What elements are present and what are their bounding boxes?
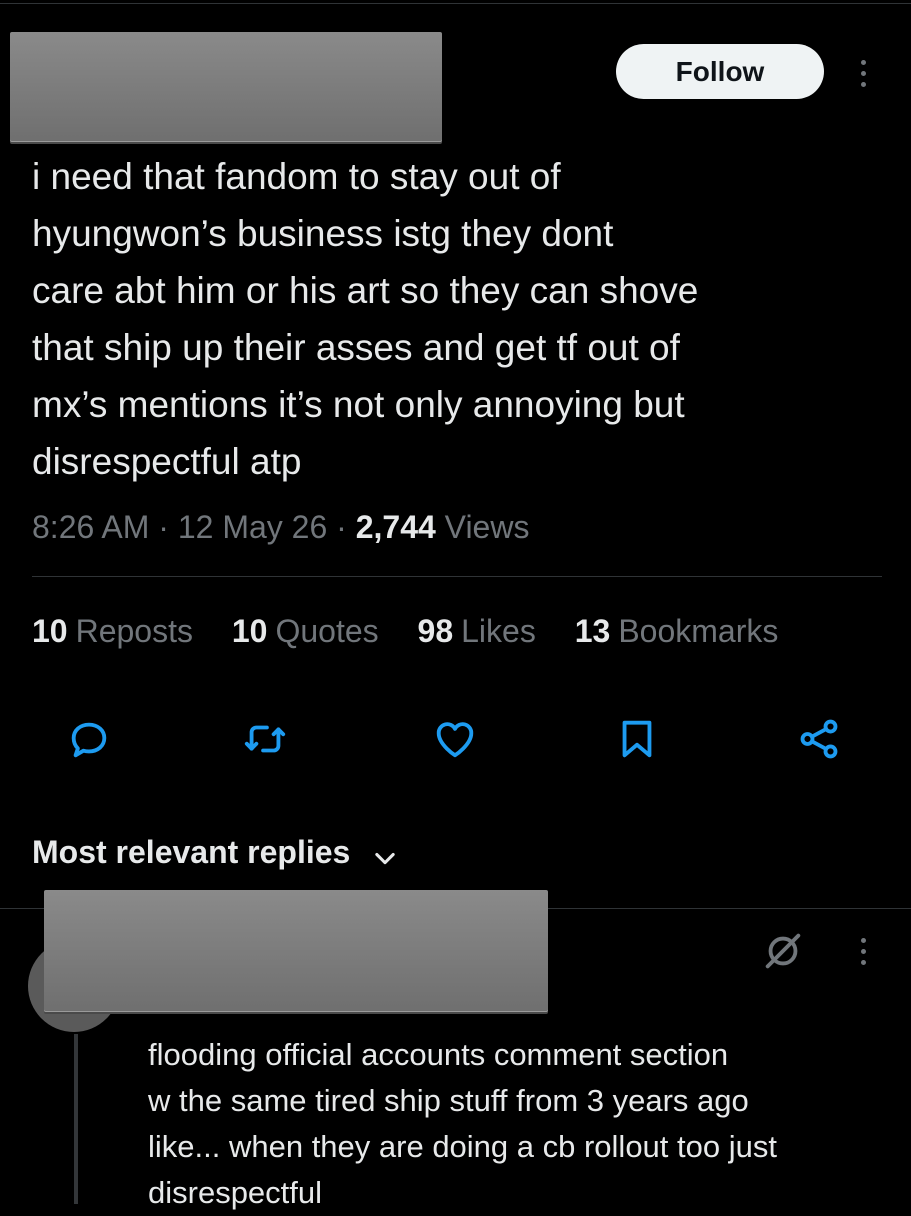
likes-stat[interactable]: 98 Likes (418, 608, 536, 654)
reposts-label: Reposts (75, 613, 193, 649)
reply-more-options-icon[interactable] (858, 938, 868, 965)
quotes-stat[interactable]: 10 Quotes (232, 608, 379, 654)
post-text: i need that fandom to stay out of hyungw… (32, 156, 699, 482)
engagement-stats: 10 Reposts 10 Quotes 98 Likes 13 Bookmarks (32, 608, 808, 654)
share-icon[interactable] (796, 716, 842, 762)
thread-line (74, 1034, 78, 1204)
meta-separator: · (336, 509, 347, 545)
bookmarks-label: Bookmarks (618, 613, 779, 649)
bookmarks-count: 13 (574, 613, 611, 649)
post-date: 12 May 26 (177, 509, 328, 545)
meta-separator: · (158, 509, 169, 545)
reposts-stat[interactable]: 10 Reposts (32, 608, 193, 654)
views-label: Views (444, 509, 530, 545)
replies-sort-selector[interactable]: Most relevant replies (32, 830, 399, 874)
more-options-icon[interactable] (858, 60, 868, 87)
reposts-count: 10 (32, 613, 68, 649)
like-icon[interactable] (432, 716, 478, 762)
redacted-reply-header (44, 890, 548, 1012)
post-meta: 8:26 AM · 12 May 26 · 2,744 Views (32, 505, 529, 549)
bookmark-icon[interactable] (614, 716, 660, 762)
repost-icon[interactable] (242, 716, 288, 762)
views-count: 2,744 (355, 509, 436, 545)
follow-button[interactable]: Follow (616, 44, 824, 99)
reply-icon[interactable] (66, 716, 112, 762)
top-divider (0, 3, 911, 4)
grok-icon[interactable] (760, 928, 806, 974)
likes-count: 98 (417, 613, 454, 649)
quotes-label: Quotes (275, 613, 379, 649)
chevron-down-icon (371, 839, 399, 867)
post-time: 8:26 AM (32, 509, 150, 545)
likes-label: Likes (461, 613, 536, 649)
quotes-count: 10 (231, 613, 268, 649)
redacted-author-header (10, 32, 442, 142)
replies-header-label: Most relevant replies (32, 834, 351, 870)
stats-divider (32, 576, 882, 577)
reply-text: flooding official accounts comment secti… (148, 1037, 777, 1210)
bookmarks-stat[interactable]: 13 Bookmarks (575, 608, 779, 654)
